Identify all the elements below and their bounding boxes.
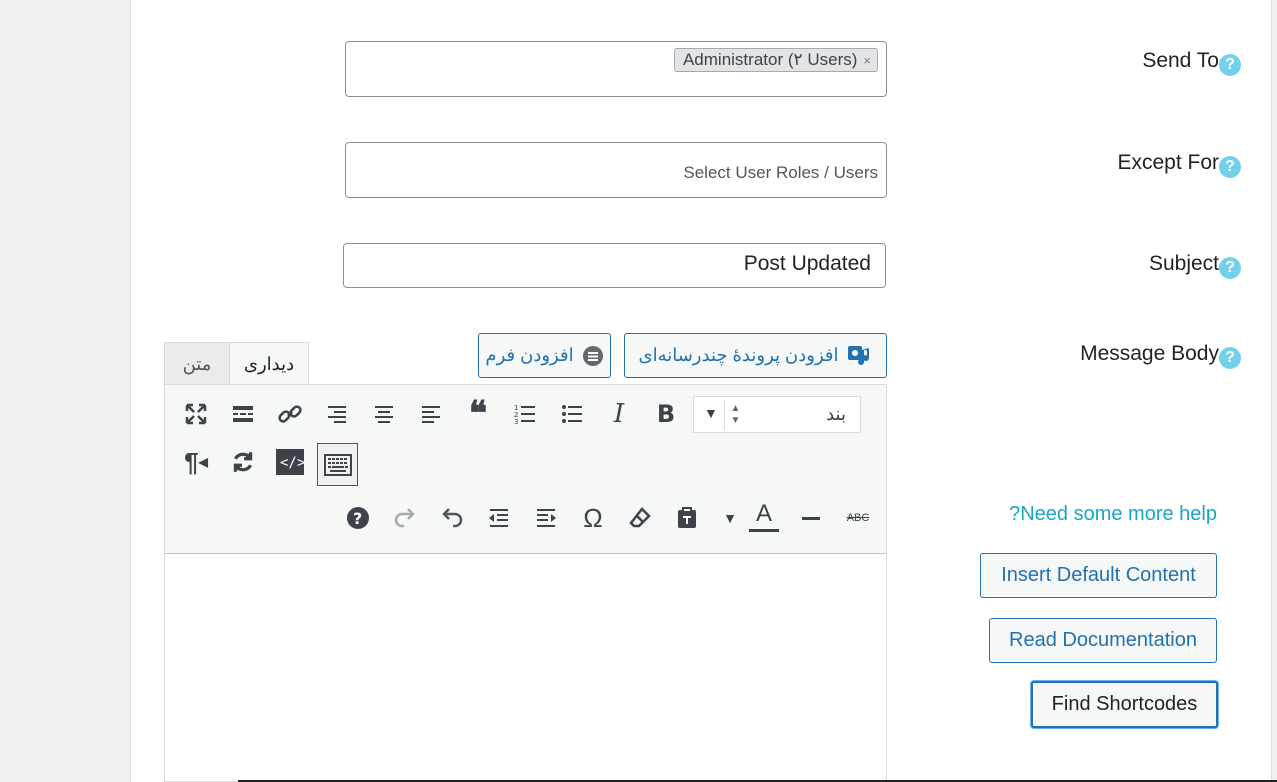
- except-for-field[interactable]: Select User Roles / Users: [345, 142, 887, 198]
- admin-sidebar-strip: [0, 0, 131, 782]
- tab-text-label: متن: [182, 353, 212, 374]
- strikethrough-icon[interactable]: ABC: [841, 501, 875, 535]
- add-media-button[interactable]: افزودن پروندهٔ چندرسانه‌ای: [624, 333, 887, 378]
- chevron-down-icon: ▼: [704, 405, 718, 421]
- need-help-link[interactable]: Need some more help?: [1009, 503, 1217, 526]
- send-to-field[interactable]: Administrator (۲ Users) ×: [345, 41, 887, 97]
- color-bar: [749, 529, 779, 532]
- code-icon[interactable]: </>: [273, 445, 307, 479]
- message-body-label-text: Message Body: [1080, 342, 1219, 365]
- find-shortcodes-button[interactable]: Find Shortcodes: [1031, 681, 1218, 728]
- tag-label: Administrator (۲ Users): [682, 50, 858, 69]
- help-icon[interactable]: ?: [1219, 54, 1241, 76]
- selected-tag: Administrator (۲ Users) ×: [673, 48, 878, 72]
- svg-text:</>: </>: [280, 455, 304, 471]
- svg-text:?: ?: [353, 509, 362, 528]
- help-icon[interactable]: ?: [1219, 156, 1241, 178]
- send-to-label-text: Send To: [1142, 49, 1219, 72]
- link-icon[interactable]: [273, 397, 307, 431]
- italic-icon[interactable]: I: [602, 397, 636, 431]
- except-for-label: ? Except For: [1117, 148, 1241, 178]
- tab-visual-label: دیداری: [243, 353, 295, 374]
- outdent-icon[interactable]: [482, 501, 516, 535]
- tab-text[interactable]: متن: [164, 342, 230, 385]
- redo-icon[interactable]: [388, 501, 422, 535]
- except-for-placeholder: Select User Roles / Users: [683, 163, 878, 182]
- subject-value: Post Updated: [743, 252, 871, 275]
- format-select-value: بند: [826, 404, 846, 424]
- message-body-label: ? Message Body: [1080, 339, 1241, 369]
- help-icon[interactable]: ?: [1219, 257, 1241, 279]
- refresh-icon[interactable]: [226, 445, 260, 479]
- read-documentation-button[interactable]: Read Documentation: [989, 618, 1217, 663]
- text-color-glyph: A: [755, 500, 772, 527]
- text-color-icon[interactable]: A: [747, 499, 781, 533]
- help-icon[interactable]: ?: [341, 501, 375, 535]
- add-form-button[interactable]: افزودن فرم: [478, 333, 611, 378]
- help-icon[interactable]: ?: [1219, 347, 1241, 369]
- pilcrow-glyph: ¶: [184, 446, 199, 477]
- insert-default-label: Insert Default Content: [1001, 564, 1196, 586]
- format-select[interactable]: بند ▼ ▲ ▼: [693, 396, 861, 433]
- undo-icon[interactable]: [435, 501, 469, 535]
- blockquote-icon[interactable]: ❝: [461, 394, 495, 434]
- find-shortcodes-label: Find Shortcodes: [1051, 693, 1198, 715]
- subject-label-text: Subject: [1148, 252, 1219, 275]
- read-docs-label: Read Documentation: [1009, 629, 1197, 651]
- tag-remove-icon[interactable]: ×: [863, 53, 871, 68]
- align-left-icon[interactable]: [414, 397, 448, 431]
- editor-content-area[interactable]: [164, 553, 887, 782]
- paste-text-icon[interactable]: [670, 501, 704, 535]
- subject-label: ? Subject: [1149, 249, 1241, 279]
- special-char-icon[interactable]: Ω: [576, 501, 610, 535]
- tab-visual[interactable]: دیداری: [229, 342, 309, 385]
- horizontal-line-icon[interactable]: [794, 501, 828, 535]
- scrollbar-edge[interactable]: [1271, 0, 1277, 782]
- read-more-icon[interactable]: [226, 397, 260, 431]
- subject-input[interactable]: Post Updated: [343, 243, 886, 288]
- svg-text:3: 3: [514, 418, 518, 426]
- fullscreen-icon[interactable]: [179, 397, 213, 431]
- add-media-label: افزودن پروندهٔ چندرسانه‌ای: [638, 345, 839, 365]
- text-color-dropdown-icon[interactable]: ▼: [713, 501, 747, 535]
- except-for-label-text: Except For: [1117, 151, 1219, 174]
- bulleted-list-icon[interactable]: [555, 397, 589, 431]
- send-to-label: ? Send To: [1142, 46, 1241, 76]
- clear-format-icon[interactable]: [623, 501, 657, 535]
- add-form-label: افزودن فرم: [485, 345, 574, 365]
- media-icon: [847, 345, 869, 365]
- align-center-icon[interactable]: [367, 397, 401, 431]
- align-right-icon[interactable]: [320, 397, 354, 431]
- rtl-icon[interactable]: ¶ ◀: [179, 445, 213, 479]
- spinner-icon: ▲ ▼: [724, 400, 746, 430]
- insert-default-content-button[interactable]: Insert Default Content: [980, 553, 1217, 598]
- indent-icon[interactable]: [529, 501, 563, 535]
- bold-icon[interactable]: B: [649, 397, 683, 431]
- keyboard-toggle-icon[interactable]: [317, 443, 358, 486]
- numbered-list-icon[interactable]: 123: [508, 397, 542, 431]
- form-icon: [582, 345, 603, 366]
